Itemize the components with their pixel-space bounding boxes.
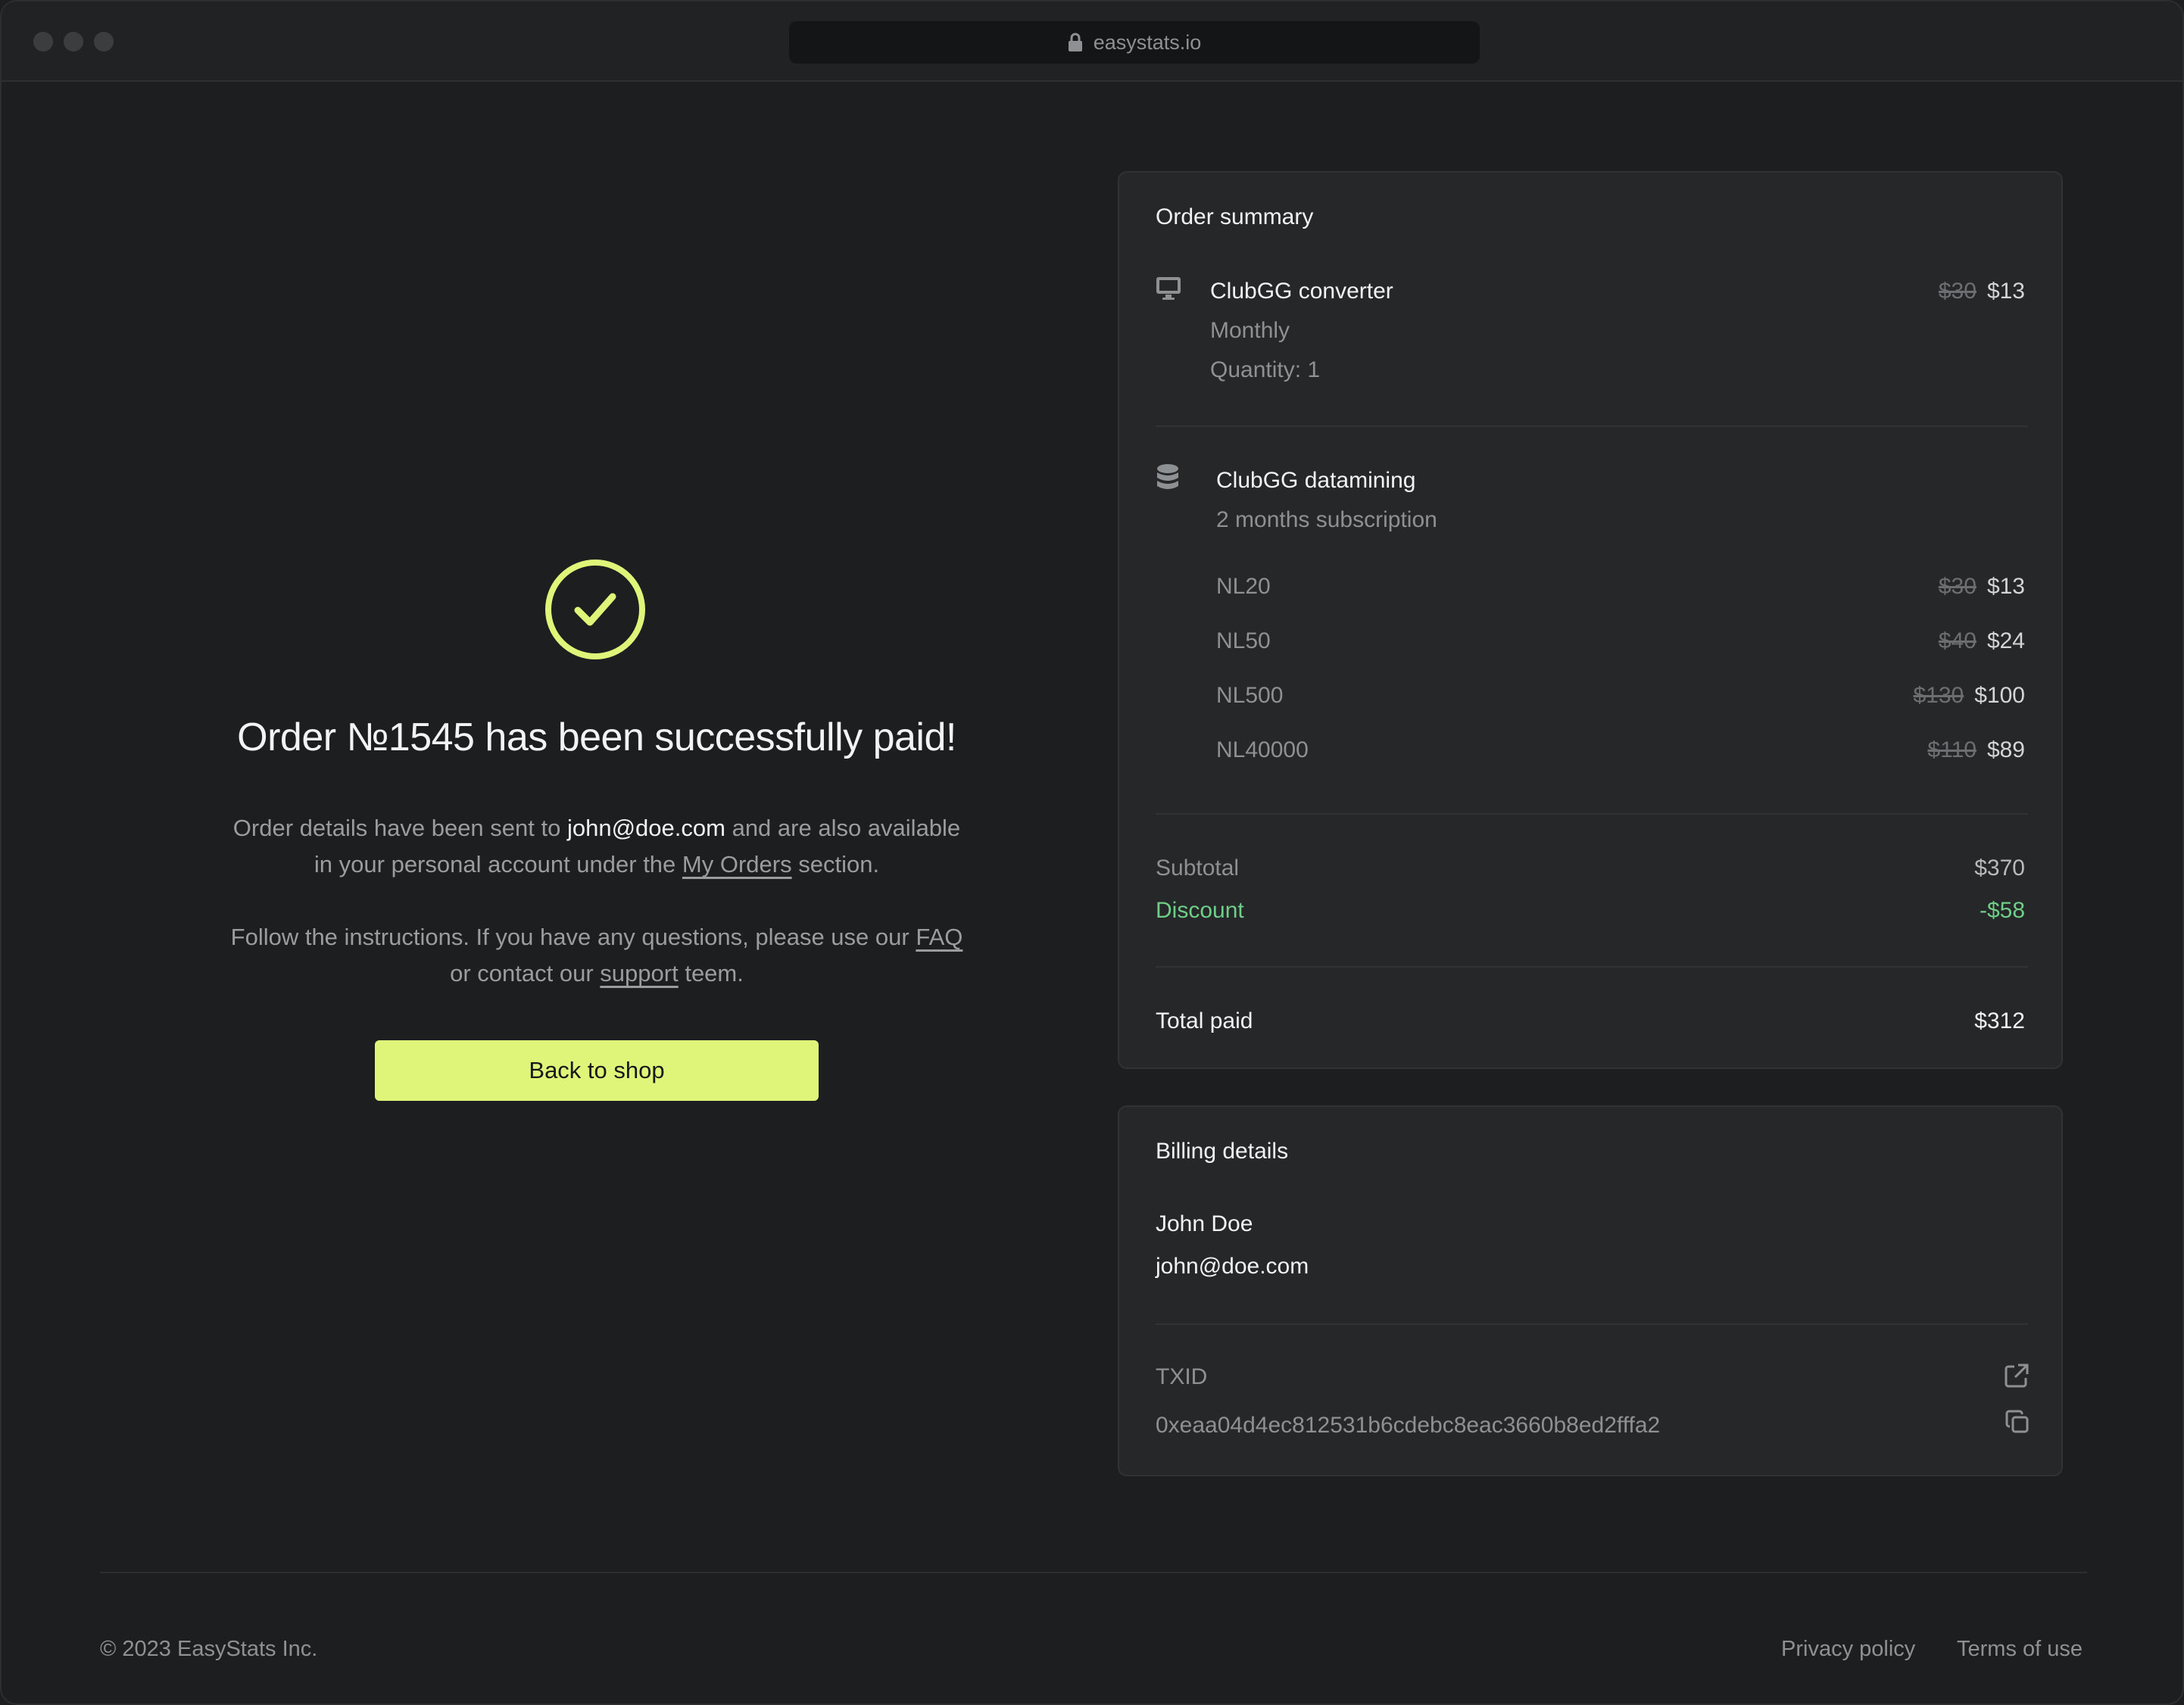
terms-of-use-link[interactable]: Terms of use [1957,1637,2083,1662]
browser-window: easystats.io Order №1545 has been succes… [0,0,2184,1705]
faq-link[interactable]: FAQ [916,924,963,950]
current-price: $13 [1986,279,2025,304]
billing-details-title: Billing details [1156,1139,1289,1164]
product-name: ClubGG converter [1210,279,1393,304]
subtotal-label: Subtotal [1156,856,1240,881]
notice-text: in your personal account under the [314,851,676,877]
notice-text: Order details have been sent to [232,815,561,841]
old-price: $40 [1938,628,1977,653]
confirmation-panel: Order №1545 has been successfully paid! … [2,82,1192,1566]
notice-text: section. [798,851,880,877]
line-item-price: $40 $24 [1939,628,2025,654]
title-bar: easystats.io [2,2,2182,82]
address-bar[interactable]: easystats.io [789,21,1480,64]
url-text: easystats.io [1093,30,1202,54]
current-price: $24 [1986,628,2025,653]
old-price: $30 [1938,279,1977,304]
maximize-window-button[interactable] [94,32,114,51]
current-price: $13 [1986,574,2025,599]
txid-value: 0xeaa04d4ec812531b6cdebc8eac3660b8ed2fff… [1156,1413,1661,1438]
product-plan: 2 months subscription [1216,507,1437,532]
external-link-icon[interactable] [2004,1363,2030,1395]
order-summary-title: Order summary [1156,204,1314,229]
database-icon [1156,463,1180,500]
total-value: $312 [1974,1008,2025,1033]
current-price: $100 [1974,683,2025,708]
help-text: teem. [685,960,744,987]
help-notice: Follow the instructions. If you have any… [2,919,1192,992]
back-to-shop-button[interactable]: Back to shop [375,1040,819,1101]
product-name: ClubGG datamining [1216,468,1416,493]
line-item-price: $110 $89 [1927,737,2025,763]
product-plan: Monthly [1210,318,1290,343]
line-item-price: $130 $100 [1914,683,2026,709]
copyright: © 2023 EasyStats Inc. [100,1637,318,1661]
product-price: $30 $13 [1939,279,2025,304]
privacy-policy-link[interactable]: Privacy policy [1781,1637,1915,1662]
help-text: or contact our [450,960,594,987]
billing-details-card: Billing details John Doe john@doe.com TX… [1118,1105,2063,1476]
minimize-window-button[interactable] [64,32,83,51]
footer-divider [100,1572,2087,1573]
product-quantity: Quantity: 1 [1210,357,1321,382]
lock-icon [1068,33,1083,52]
copy-icon[interactable] [2005,1410,2030,1440]
discount-value: -$58 [1979,898,2025,923]
divider [1156,1323,2028,1325]
order-summary-card: Order summary ClubGG converter Monthly Q… [1118,171,2063,1069]
line-item-name: NL20 [1216,574,1271,599]
line-item-price: $30 $13 [1939,574,2025,600]
billing-email: john@doe.com [1156,1254,1309,1279]
close-window-button[interactable] [33,32,53,51]
my-orders-link[interactable]: My Orders [682,851,792,877]
old-price: $130 [1913,683,1964,708]
divider [1156,813,2028,815]
subtotal-value: $370 [1974,856,2025,881]
divider [1156,966,2028,968]
support-link[interactable]: support [600,960,678,987]
current-price: $89 [1986,737,2025,762]
line-item-name: NL40000 [1216,737,1309,762]
notice-email: john@doe.com [566,815,725,841]
old-price: $30 [1938,574,1977,599]
total-label: Total paid [1156,1008,1253,1033]
page-title: Order №1545 has been successfully paid! [237,715,956,759]
line-item-name: NL50 [1216,628,1271,653]
divider [1156,425,2028,427]
old-price: $110 [1927,737,1977,762]
discount-label: Discount [1156,898,1244,923]
billing-name: John Doe [1156,1211,1253,1236]
notice-text: and are also available [732,815,961,841]
email-notice: Order details have been sent to john@doe… [2,810,1192,883]
monitor-icon [1156,276,1181,307]
help-text: Follow the instructions. If you have any… [230,924,909,950]
line-item-name: NL500 [1216,683,1284,708]
txid-label: TXID [1156,1364,1208,1389]
success-check-icon [544,559,646,660]
